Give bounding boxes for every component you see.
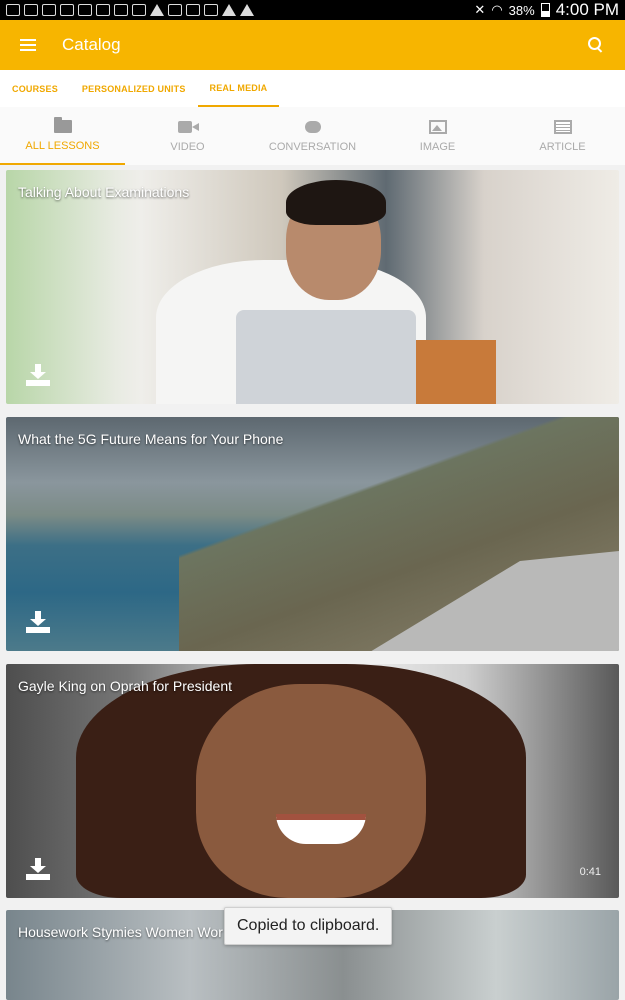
- lesson-title: Housework Stymies Women Wor: [18, 924, 223, 940]
- toast-message: Copied to clipboard.: [224, 907, 393, 945]
- lesson-card[interactable]: What the 5G Future Means for Your Phone: [6, 417, 619, 651]
- download-icon[interactable]: [26, 364, 50, 386]
- download-icon[interactable]: [26, 611, 50, 633]
- wifi-icon: ◠: [491, 2, 503, 17]
- filter-tab-label: CONVERSATION: [268, 140, 357, 153]
- filter-tab-label: VIDEO: [170, 140, 205, 153]
- app-icon: [96, 4, 110, 16]
- filter-tab-label: ARTICLE: [539, 140, 586, 153]
- document-icon: [186, 4, 200, 16]
- chat-icon: [304, 121, 321, 133]
- video-camera-icon: [177, 121, 199, 133]
- notification-icons: [6, 4, 254, 16]
- tab-real-media[interactable]: REAL MEDIA: [197, 70, 280, 107]
- filter-tab-image[interactable]: IMAGE: [375, 107, 500, 165]
- battery-percent: 38%: [508, 2, 535, 18]
- battery-icon: [540, 3, 550, 17]
- mute-icon: ✕: [474, 2, 486, 17]
- play-store-icon: [222, 4, 236, 16]
- tab-courses[interactable]: COURSES: [0, 70, 70, 107]
- flipboard-icon: [132, 4, 146, 16]
- folder-icon: [53, 116, 72, 133]
- download-icon: [204, 4, 218, 16]
- search-icon[interactable]: [587, 36, 605, 54]
- status-indicators: ✕ ◠ 38% 4:00 PM: [474, 0, 619, 20]
- calendar-icon: [6, 4, 20, 16]
- newspaper-icon: [553, 120, 572, 134]
- filter-tab-all-lessons[interactable]: ALL LESSONS: [0, 107, 125, 165]
- filter-tab-label: ALL LESSONS: [25, 139, 100, 152]
- menu-icon[interactable]: [20, 39, 36, 51]
- play-store-icon: [240, 4, 254, 16]
- main-tabs: COURSES PERSONALIZED UNITS REAL MEDIA: [0, 70, 625, 107]
- lesson-card[interactable]: Gayle King on Oprah for President 0:41: [6, 664, 619, 898]
- thumbnail-art: [236, 310, 416, 404]
- filter-tab-article[interactable]: ARTICLE: [500, 107, 625, 165]
- mail-icon: [60, 4, 74, 16]
- drive-icon: [150, 4, 164, 16]
- screenshot-icon: [78, 4, 92, 16]
- download-icon: [42, 4, 56, 16]
- lesson-card[interactable]: Talking About Examinations: [6, 170, 619, 404]
- thumbnail-art: [286, 180, 386, 225]
- video-duration: 0:41: [579, 866, 601, 878]
- image-icon: [428, 120, 447, 134]
- page-title: Catalog: [62, 35, 121, 54]
- filter-tab-label: IMAGE: [419, 140, 456, 153]
- lesson-title: Gayle King on Oprah for President: [18, 678, 233, 694]
- filter-tab-conversation[interactable]: CONVERSATION: [250, 107, 375, 165]
- flipboard-icon: [114, 4, 128, 16]
- lesson-title: What the 5G Future Means for Your Phone: [18, 431, 284, 447]
- status-bar: ✕ ◠ 38% 4:00 PM: [0, 0, 625, 20]
- tab-personalized-units[interactable]: PERSONALIZED UNITS: [70, 70, 198, 107]
- filter-tab-video[interactable]: VIDEO: [125, 107, 250, 165]
- gallery-icon: [24, 4, 38, 16]
- thumbnail-art: [416, 340, 496, 404]
- download-icon[interactable]: [26, 858, 50, 880]
- app-bar: Catalog: [0, 20, 625, 70]
- lesson-title: Talking About Examinations: [18, 184, 190, 200]
- filter-tabs: ALL LESSONS VIDEO CONVERSATION IMAGE ART…: [0, 107, 625, 165]
- document-icon: [168, 4, 182, 16]
- clock: 4:00 PM: [555, 0, 619, 19]
- thumbnail-art: [196, 684, 426, 898]
